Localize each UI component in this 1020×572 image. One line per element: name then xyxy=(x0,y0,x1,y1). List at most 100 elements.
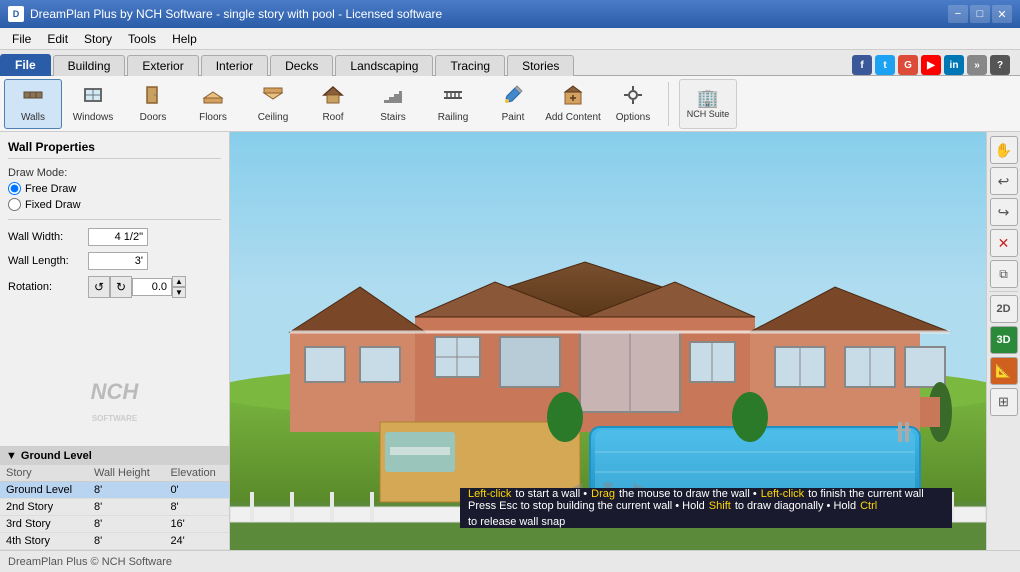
options-label: Options xyxy=(616,112,650,123)
minimize-button[interactable]: − xyxy=(948,5,968,23)
more-icon[interactable]: » xyxy=(967,55,987,75)
divider1 xyxy=(8,219,221,220)
menu-help[interactable]: Help xyxy=(164,30,205,48)
status-left-click-1: Left-click xyxy=(468,488,511,500)
rotation-input[interactable]: 0.0 xyxy=(132,278,172,296)
draw-mode-label: Draw Mode: xyxy=(8,167,221,179)
toolbar-windows[interactable]: Windows xyxy=(64,79,122,129)
status-text-4: to draw diagonally • Hold xyxy=(735,500,856,512)
copy-tool[interactable]: ⧉ xyxy=(990,260,1018,288)
toolbar-area: File Building Exterior Interior Decks La… xyxy=(0,50,1020,132)
story-row-1[interactable]: 2nd Story 8' 8' xyxy=(0,499,229,516)
toolbar-floors[interactable]: Floors xyxy=(184,79,242,129)
social-icons: f t G ▶ in » ? xyxy=(852,55,1014,75)
viewport[interactable]: ◂ ▾ ▸ Left-click to start a wall • Drag … xyxy=(230,132,986,550)
fixed-draw-radio[interactable] xyxy=(8,198,21,211)
toolbar-walls[interactable]: Walls xyxy=(4,79,62,129)
title-bar-left: D DreamPlan Plus by NCH Software - singl… xyxy=(8,6,442,22)
story-row-0[interactable]: Ground Level 8' 0' xyxy=(0,482,229,499)
free-draw-radio[interactable] xyxy=(8,182,21,195)
rotation-row: Rotation: ↺ ↻ 0.0 ▲ ▼ xyxy=(8,276,221,298)
right-tools-panel: ✋ ↩ ↪ ✕ ⧉ 2D 3D 📐 ⊞ xyxy=(986,132,1020,550)
tab-exterior[interactable]: Exterior xyxy=(127,55,198,76)
delete-tool[interactable]: ✕ xyxy=(990,229,1018,257)
draw-mode-group: Draw Mode: Free Draw Fixed Draw xyxy=(8,167,221,211)
tab-stories[interactable]: Stories xyxy=(507,55,574,76)
fixed-draw-option[interactable]: Fixed Draw xyxy=(8,198,221,211)
floors-label: Floors xyxy=(199,112,227,123)
tab-building[interactable]: Building xyxy=(53,55,126,76)
toolbar-options[interactable]: Options xyxy=(604,79,662,129)
linkedin-icon[interactable]: in xyxy=(944,55,964,75)
story-height-3: 8' xyxy=(88,533,164,550)
tools-divider xyxy=(989,291,1018,292)
story-elevation-2: 16' xyxy=(164,516,229,533)
2d-tool[interactable]: 2D xyxy=(990,295,1018,323)
story-elevation-0: 0' xyxy=(164,482,229,499)
tab-tracing[interactable]: Tracing xyxy=(435,55,505,76)
bottom-bar: DreamPlan Plus © NCH Software xyxy=(0,550,1020,572)
tab-decks[interactable]: Decks xyxy=(270,55,333,76)
close-button[interactable]: ✕ xyxy=(992,5,1012,23)
rotation-up-button[interactable]: ▲ xyxy=(172,276,186,287)
tab-interior[interactable]: Interior xyxy=(201,55,268,76)
free-draw-option[interactable]: Free Draw xyxy=(8,182,221,195)
measure-tool[interactable]: 📐 xyxy=(990,357,1018,385)
story-height-2: 8' xyxy=(88,516,164,533)
rotate-left-button[interactable]: ↺ xyxy=(88,276,110,298)
toolbar-paint[interactable]: Paint xyxy=(484,79,542,129)
status-line-1: Left-click to start a wall • Drag the mo… xyxy=(468,488,944,500)
undo-tool[interactable]: ↩ xyxy=(990,167,1018,195)
wall-width-input[interactable]: 4 1/2" xyxy=(88,228,148,246)
doors-icon xyxy=(142,84,164,110)
toolbar-roof[interactable]: Roof xyxy=(304,79,362,129)
ground-level-title: Ground Level xyxy=(21,450,92,462)
railing-icon xyxy=(442,84,464,110)
status-line-2: Press Esc to stop building the current w… xyxy=(468,500,944,528)
story-row-2[interactable]: 3rd Story 8' 16' xyxy=(0,516,229,533)
menu-edit[interactable]: Edit xyxy=(39,30,76,48)
menu-tools[interactable]: Tools xyxy=(120,30,164,48)
youtube-icon[interactable]: ▶ xyxy=(921,55,941,75)
title-bar: D DreamPlan Plus by NCH Software - singl… xyxy=(0,0,1020,28)
toolbar-doors[interactable]: Doors xyxy=(124,79,182,129)
stairs-icon xyxy=(382,84,404,110)
story-row-3[interactable]: 4th Story 8' 24' xyxy=(0,533,229,550)
status-text-5: to release wall snap xyxy=(468,516,565,528)
toolbar-railing[interactable]: Railing xyxy=(424,79,482,129)
toolbar-ceiling[interactable]: Ceiling xyxy=(244,79,302,129)
redo-tool[interactable]: ↪ xyxy=(990,198,1018,226)
nch-suite-icon: 🏢 xyxy=(697,88,719,109)
story-name-0: Ground Level xyxy=(0,482,88,499)
toolbar-stairs[interactable]: Stairs xyxy=(364,79,422,129)
menu-story[interactable]: Story xyxy=(76,30,120,48)
tab-file[interactable]: File xyxy=(0,54,51,76)
story-name-1: 2nd Story xyxy=(0,499,88,516)
toolbar-right-area: f t G ▶ in » ? xyxy=(852,55,1020,75)
nch-suite-button[interactable]: 🏢 NCH Suite xyxy=(679,79,737,129)
wall-width-row: Wall Width: 4 1/2" xyxy=(8,228,221,246)
wall-length-input[interactable]: 3' xyxy=(88,252,148,270)
rotation-down-button[interactable]: ▼ xyxy=(172,287,186,298)
grid-tool[interactable]: ⊞ xyxy=(990,388,1018,416)
help-icon[interactable]: ? xyxy=(990,55,1010,75)
ground-level-header[interactable]: ▼ Ground Level xyxy=(0,447,229,465)
story-elevation-1: 8' xyxy=(164,499,229,516)
rotate-right-button[interactable]: ↻ xyxy=(110,276,132,298)
3d-tool[interactable]: 3D xyxy=(990,326,1018,354)
col-elevation: Elevation xyxy=(164,465,229,482)
google-icon[interactable]: G xyxy=(898,55,918,75)
ceiling-label: Ceiling xyxy=(258,112,289,123)
add-content-label: Add Content xyxy=(545,112,601,123)
hand-tool[interactable]: ✋ xyxy=(990,136,1018,164)
tab-landscaping[interactable]: Landscaping xyxy=(335,55,433,76)
menu-file[interactable]: File xyxy=(4,30,39,48)
window-title: DreamPlan Plus by NCH Software - single … xyxy=(30,7,442,21)
wall-properties-title: Wall Properties xyxy=(8,140,221,159)
facebook-icon[interactable]: f xyxy=(852,55,872,75)
maximize-button[interactable]: □ xyxy=(970,5,990,23)
toolbar-add-content[interactable]: Add Content xyxy=(544,79,602,129)
paint-label: Paint xyxy=(502,112,525,123)
twitter-icon[interactable]: t xyxy=(875,55,895,75)
ceiling-icon xyxy=(262,84,284,110)
